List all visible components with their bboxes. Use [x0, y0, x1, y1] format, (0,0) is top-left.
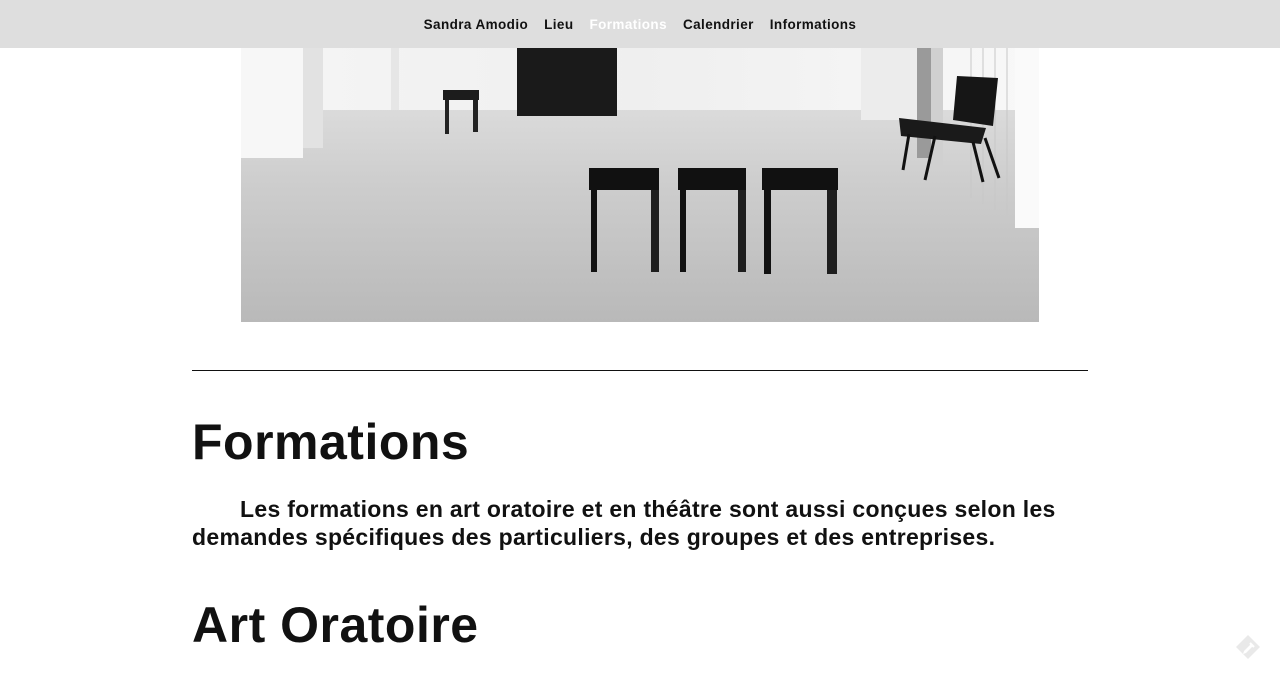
hero-image [241, 48, 1039, 322]
section-heading: Art Oratoire [192, 597, 479, 653]
pencil-icon[interactable] [1234, 633, 1262, 661]
section-divider [192, 370, 1088, 371]
page-title: Formations [192, 414, 470, 470]
nav-item-calendrier[interactable]: Calendrier [683, 17, 754, 32]
main-content: Formations Les formations en art oratoir… [192, 410, 1088, 657]
nav-item-lieu[interactable]: Lieu [544, 17, 573, 32]
intro-text: Les formations en art oratoire et en thé… [192, 496, 1056, 550]
nav-list: Sandra Amodio Lieu Formations Calendrier… [424, 17, 857, 32]
nav-item-formations[interactable]: Formations [589, 17, 667, 32]
top-navigation: Sandra Amodio Lieu Formations Calendrier… [0, 0, 1280, 48]
room-photo [241, 48, 1039, 322]
nav-item-sandra-amodio[interactable]: Sandra Amodio [424, 17, 528, 32]
nav-item-informations[interactable]: Informations [770, 17, 857, 32]
